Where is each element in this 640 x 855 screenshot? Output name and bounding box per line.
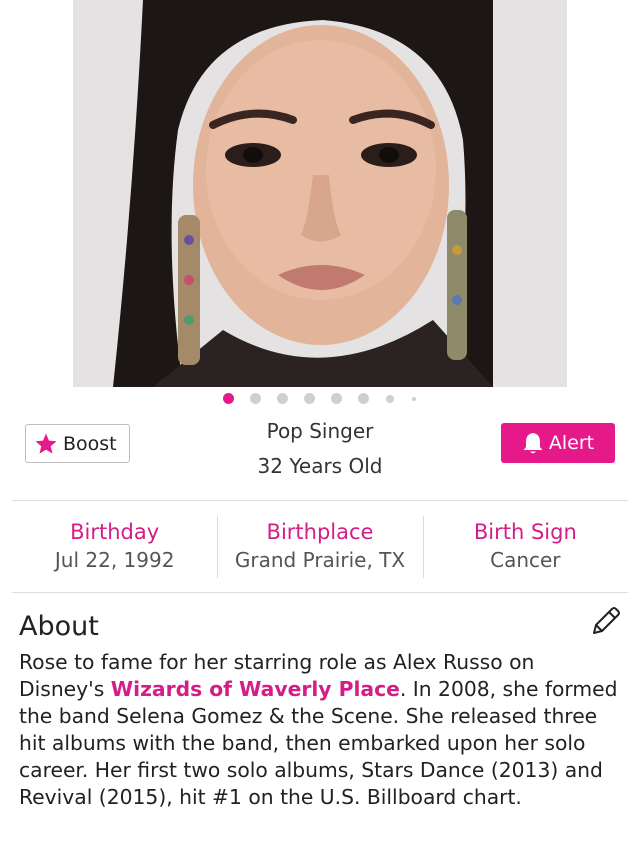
carousel-dot[interactable] <box>304 393 315 404</box>
divider <box>12 592 628 593</box>
about-text: Rose to fame for her starring role as Al… <box>19 649 624 811</box>
carousel-dot[interactable] <box>412 396 416 401</box>
fact-value: Grand Prairie, TX <box>234 548 406 572</box>
carousel-dot[interactable] <box>223 393 234 404</box>
carousel-dot[interactable] <box>331 393 342 404</box>
pencil-icon[interactable] <box>589 604 623 638</box>
carousel-dot[interactable] <box>250 393 261 404</box>
facts-row: Birthday Jul 22, 1992 Birthplace Grand P… <box>12 516 628 578</box>
alert-label: Alert <box>548 432 595 454</box>
star-icon <box>35 433 57 454</box>
boost-label: Boost <box>63 432 117 455</box>
occupation: Pop Singer <box>266 419 374 443</box>
fact-birthday: Birthday Jul 22, 1992 <box>12 516 217 578</box>
fact-value: Jul 22, 1992 <box>54 548 175 572</box>
fact-label: Birthday <box>70 520 160 544</box>
carousel-dots[interactable] <box>0 393 640 404</box>
portrait-image <box>73 0 567 387</box>
fact-birthplace: Birthplace Grand Prairie, TX <box>217 516 422 578</box>
profile-photo[interactable] <box>73 0 567 387</box>
alert-button[interactable]: Alert <box>501 423 615 463</box>
carousel-dot[interactable] <box>277 393 288 404</box>
bell-icon <box>523 433 543 454</box>
about-link[interactable]: Wizards of Waverly Place <box>111 677 400 701</box>
fact-birth-sign: Birth Sign Cancer <box>422 516 628 578</box>
fact-value: Cancer <box>490 548 561 572</box>
boost-button[interactable]: Boost <box>25 424 130 463</box>
age: 32 Years Old <box>257 454 383 478</box>
about-title: About <box>19 611 99 642</box>
fact-label: Birthplace <box>266 520 374 544</box>
fact-label: Birth Sign <box>473 520 577 544</box>
carousel-dot[interactable] <box>386 394 394 403</box>
carousel-dot[interactable] <box>358 393 369 404</box>
divider <box>12 500 628 501</box>
